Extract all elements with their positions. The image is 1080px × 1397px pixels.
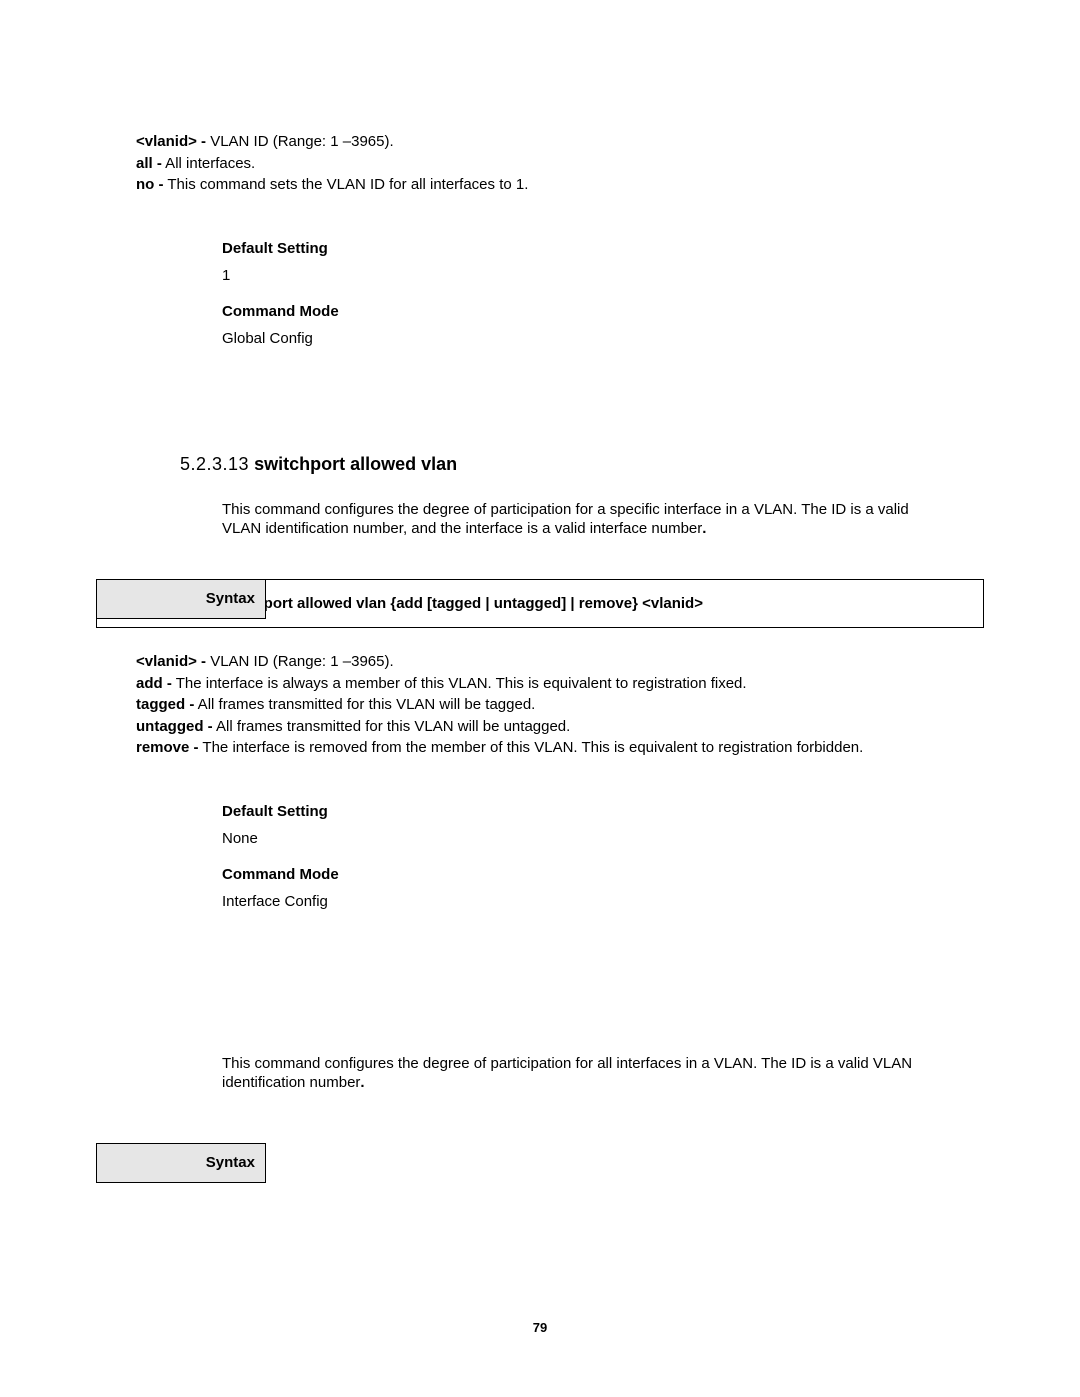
section-heading: 5.2.3.13 switchport allowed vlan (180, 453, 984, 476)
param-text: This command sets the VLAN ID for all in… (164, 176, 529, 193)
param-text: VLAN ID (Range: 1 –3965). (206, 653, 394, 670)
intro-period: . (702, 520, 706, 537)
param-text: All interfaces. (162, 155, 255, 172)
document-page: <vlanid> - VLAN ID (Range: 1 –3965). all… (0, 0, 1080, 1397)
param-text: The interface is removed from the member… (199, 739, 864, 756)
param-text: All frames transmitted for this VLAN wil… (194, 696, 535, 713)
param-vlanid: <vlanid> - VLAN ID (Range: 1 –3965). (136, 132, 944, 152)
syntax-tab-label-2: Syntax (96, 1143, 266, 1183)
default-setting-label: Default Setting (222, 802, 984, 822)
param-label: untagged - (136, 718, 213, 735)
section-title: switchport allowed vlan (249, 454, 457, 474)
param-label: <vlanid> - (136, 653, 206, 670)
param-all: all - All interfaces. (136, 154, 944, 174)
syntax-tab-label: Syntax (96, 579, 266, 619)
param-text: VLAN ID (Range: 1 –3965). (206, 133, 394, 150)
command-mode-label: Command Mode (222, 865, 984, 885)
section-intro-1: This command configures the degree of pa… (222, 500, 944, 539)
param-label: tagged - (136, 696, 194, 713)
param-tagged: tagged - All frames transmitted for this… (136, 695, 944, 715)
param-label: no - (136, 176, 164, 193)
param-label: all - (136, 155, 162, 172)
intro-text: This command configures the degree of pa… (222, 501, 909, 538)
param-vlanid: <vlanid> - VLAN ID (Range: 1 –3965). (136, 652, 944, 672)
param-label: <vlanid> - (136, 133, 206, 150)
param-untagged: untagged - All frames transmitted for th… (136, 717, 944, 737)
param-label: remove - (136, 739, 199, 756)
top-parameter-list: <vlanid> - VLAN ID (Range: 1 –3965). all… (136, 132, 944, 195)
param-no: no - This command sets the VLAN ID for a… (136, 175, 944, 195)
intro-period: . (360, 1074, 364, 1091)
param-add: add - The interface is always a member o… (136, 674, 944, 694)
param-text: All frames transmitted for this VLAN wil… (213, 718, 571, 735)
page-number: 79 (0, 1320, 1080, 1337)
command-mode-value: Interface Config (222, 892, 984, 912)
command-mode-value: Global Config (222, 329, 984, 349)
mid-parameter-list: <vlanid> - VLAN ID (Range: 1 –3965). add… (136, 652, 944, 758)
command-mode-label: Command Mode (222, 302, 984, 322)
param-label: add - (136, 675, 172, 692)
syntax-box-1: Syntax switchport allowed vlan {add [tag… (96, 579, 984, 629)
intro-text: This command configures the degree of pa… (222, 1055, 912, 1092)
default-setting-value: 1 (222, 266, 984, 286)
param-text: The interface is always a member of this… (172, 675, 747, 692)
default-setting-label: Default Setting (222, 239, 984, 259)
param-remove: remove - The interface is removed from t… (136, 738, 944, 758)
section-intro-2: This command configures the degree of pa… (222, 1054, 944, 1093)
settings-block-2: Default Setting None Command Mode Interf… (222, 802, 984, 912)
default-setting-value: None (222, 829, 984, 849)
settings-block-1: Default Setting 1 Command Mode Global Co… (222, 239, 984, 349)
section-number: 5.2.3.13 (180, 454, 249, 474)
